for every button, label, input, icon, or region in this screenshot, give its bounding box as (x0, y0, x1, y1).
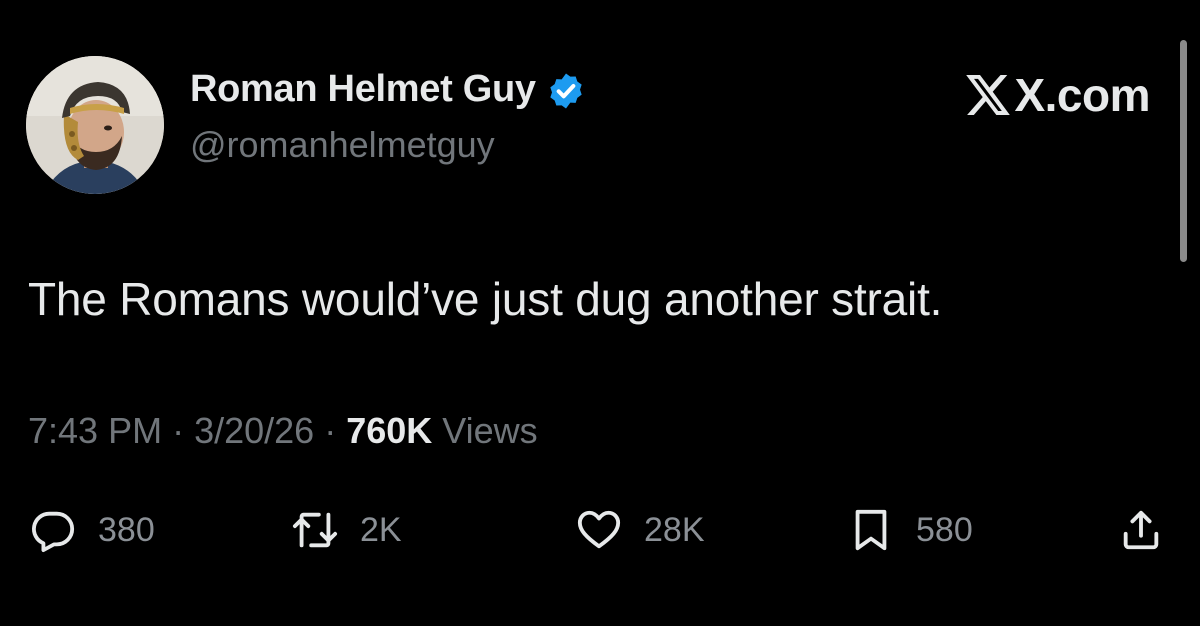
reply-button[interactable]: 380 (30, 500, 155, 560)
tweet-time[interactable]: 7:43 PM (28, 410, 162, 452)
meta-separator: · (324, 410, 337, 451)
views-label[interactable]: Views (442, 410, 537, 452)
author-handle[interactable]: @romanhelmetguy (190, 124, 495, 166)
like-button[interactable]: 28K (576, 500, 705, 560)
verified-badge-icon (550, 73, 582, 108)
bookmark-button[interactable]: 580 (848, 500, 973, 560)
tweet-date[interactable]: 3/20/26 (194, 410, 314, 452)
bookmark-count: 580 (916, 510, 973, 549)
like-count: 28K (644, 510, 705, 549)
share-button[interactable] (1118, 500, 1164, 560)
xcom-watermark: X.com (966, 68, 1150, 122)
avatar-image (26, 56, 164, 194)
xcom-text: X.com (1014, 69, 1150, 121)
retweet-button[interactable]: 2K (292, 500, 402, 560)
share-icon (1123, 510, 1159, 550)
tweet-meta: 7:43 PM · 3/20/26 · 760K Views (28, 410, 538, 452)
tweet-text: The Romans would’ve just dug another str… (28, 273, 943, 325)
reply-icon (32, 511, 74, 553)
profile-avatar[interactable] (26, 56, 164, 194)
views-count[interactable]: 760K (346, 410, 432, 452)
heart-icon (577, 510, 621, 549)
bookmark-icon (855, 509, 887, 551)
meta-separator: · (172, 410, 185, 451)
scrollbar-thumb[interactable] (1180, 40, 1187, 262)
x-logo-icon (966, 75, 1011, 115)
retweet-icon (292, 512, 338, 548)
tweet-actions-bar: 380 2K 28K 580 (0, 500, 1200, 560)
retweet-count: 2K (360, 510, 402, 549)
reply-count: 380 (98, 510, 155, 549)
author-display-name[interactable]: Roman Helmet Guy (190, 68, 536, 111)
author-name-row[interactable]: Roman Helmet Guy (190, 68, 586, 111)
